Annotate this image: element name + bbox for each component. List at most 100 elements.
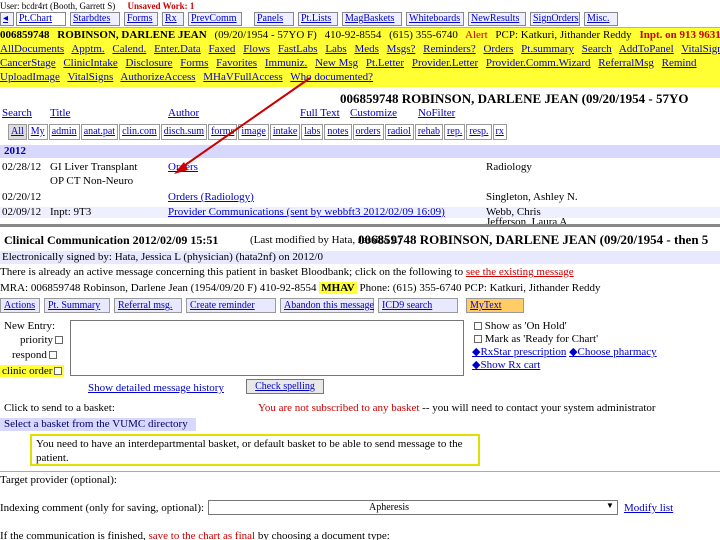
filter-clin-com[interactable]: clin.com [119,124,160,140]
annotation-arrow [174,77,311,174]
mytext-button[interactable]: MyText [466,298,524,313]
link-alldocuments[interactable]: AllDocuments [0,43,64,55]
table-row[interactable]: OP CT Non-Neuro [0,176,720,187]
pt-summary-button[interactable]: Pt. Summary [44,298,110,313]
filter-notes[interactable]: notes [324,124,352,140]
link-cancerstage[interactable]: CancerStage [0,57,56,69]
respond-checkbox[interactable] [48,351,57,360]
link-vitalsigns-2[interactable]: VitalSigns [67,71,113,83]
link-disclosure[interactable]: Disclosure [125,57,172,69]
priority-flag[interactable]: priority [20,334,63,346]
link-vitalsigns[interactable]: VitalSigns [681,43,720,55]
vumc-directory-link[interactable]: Select a basket from the VUMC directory [0,418,196,431]
link-meds[interactable]: Meds [354,43,378,55]
tab-starbdtes[interactable]: Starbdtes [70,12,120,26]
filter-orders[interactable]: orders [352,124,384,140]
link-faxed[interactable]: Faxed [209,43,236,55]
prev-arrow-icon[interactable]: ◂ [0,12,14,26]
link-pt-summary[interactable]: Pt.summary [521,43,574,55]
tab-magbaskets[interactable]: MagBaskets [342,12,402,26]
link-flows[interactable]: Flows [243,43,270,55]
rxstar-link[interactable]: ◆RxStar prescription [472,346,566,358]
row-note-link[interactable]: Orders (Radiology) [168,192,254,203]
tab-pt-lists[interactable]: Pt.Lists [298,12,338,26]
filter-rx[interactable]: rx [492,124,507,140]
check-spelling-button[interactable]: Check spelling [246,379,324,394]
link-apptm[interactable]: Apptm. [71,43,104,55]
link-uploadimage[interactable]: UploadImage [0,71,60,83]
link-calend[interactable]: Calend. [112,43,146,55]
on-hold-option[interactable]: Show as 'On Hold' [472,320,657,333]
target-provider-label[interactable]: Target provider (optional): [0,471,720,486]
tab-newresults[interactable]: NewResults [468,12,526,26]
link-provider-letter[interactable]: Provider.Letter [412,57,478,69]
link-referralmsg[interactable]: ReferralMsg [598,57,654,69]
mhav-badge[interactable]: MHAV [319,282,357,294]
link-provider-comm-wizard[interactable]: Provider.Comm.Wizard [486,57,591,69]
ready-for-chart-checkbox[interactable] [474,335,482,344]
link-enter-data[interactable]: Enter.Data [154,43,201,55]
title-sort-link[interactable]: Title [50,107,70,119]
message-history-link[interactable]: Show detailed message history [88,382,224,394]
tab-pt-chart[interactable]: Pt.Chart [16,12,66,26]
on-hold-checkbox[interactable] [474,322,482,331]
new-entry-label: New Entry: [4,320,56,332]
link-labs[interactable]: Labs [325,43,346,55]
pane-divider[interactable] [0,224,720,227]
clinic-order-flag[interactable]: clinic order [0,365,65,377]
new-entry-textarea[interactable] [70,320,464,376]
abandon-message-button[interactable]: Abandon this message [280,298,374,313]
link-reminders[interactable]: Reminders? [423,43,476,55]
link-favorites[interactable]: Favorites [216,57,257,69]
link-fastlabs[interactable]: FastLabs [278,43,318,55]
filter-my[interactable]: My [27,124,48,140]
nofilter-link[interactable]: NoFilter [418,107,455,119]
search-link[interactable]: Search [2,107,32,119]
ready-for-chart-option[interactable]: Mark as 'Ready for Chart' [472,333,657,346]
customize-link[interactable]: Customize [350,107,397,119]
filter-rehab[interactable]: rehab [414,124,444,140]
chevron-down-icon[interactable]: ▼ [606,501,614,510]
priority-checkbox[interactable] [55,336,63,345]
actions-button[interactable]: Actions [0,298,40,313]
alert-link[interactable]: Alert [465,29,488,41]
table-row[interactable]: 02/28/12 GI Liver Transplant Orders Radi… [0,162,720,173]
clinic-order-checkbox[interactable] [54,367,63,376]
on-hold-label: Show as 'On Hold' [484,320,567,332]
link-clinicintake[interactable]: ClinicIntake [63,57,117,69]
filter-anat-pat[interactable]: anat.pat [80,124,119,140]
link-msgs[interactable]: Msgs? [387,43,416,55]
indexing-comment-select[interactable]: Apheresis [208,500,618,515]
respond-flag[interactable]: respond [12,349,57,361]
link-immuniz[interactable]: Immuniz. [265,57,307,69]
link-new-msg[interactable]: New Msg [315,57,358,69]
choose-pharmacy-link[interactable]: ◆Choose pharmacy [569,346,657,358]
tab-prevcomm[interactable]: PrevComm [188,12,242,26]
link-remind[interactable]: Remind [662,57,697,69]
tab-whiteboards[interactable]: Whiteboards [406,12,464,26]
tab-signorders[interactable]: SignOrders [530,12,580,26]
tab-rx[interactable]: Rx [162,12,184,26]
create-reminder-button[interactable]: Create reminder [186,298,276,313]
table-row[interactable]: 02/20/12 Orders (Radiology) Singleton, A… [0,192,720,203]
tab-misc[interactable]: Misc. [584,12,618,26]
filter-resp[interactable]: resp. [466,124,492,140]
filter-radiol[interactable]: radiol [384,124,414,140]
tab-forms[interactable]: Forms [124,12,158,26]
filter-admin[interactable]: admin [48,124,80,140]
save-to-chart-link[interactable]: save to the chart as final [148,530,255,540]
link-forms[interactable]: Forms [180,57,208,69]
referral-msg-button[interactable]: Referral msg. [114,298,182,313]
filter-all[interactable]: All [8,124,27,140]
link-search[interactable]: Search [582,43,612,55]
link-addtopanel[interactable]: AddToPanel [619,43,674,55]
tab-panels[interactable]: Panels [254,12,294,26]
icd9-search-button[interactable]: ICD9 search [378,298,458,313]
modify-list-link[interactable]: Modify list [624,502,673,514]
link-pt-letter[interactable]: Pt.Letter [366,57,404,69]
filter-rep[interactable]: rep. [444,124,466,140]
see-existing-message-link[interactable]: see the existing message [466,266,574,278]
unsaved-work[interactable]: Unsaved Work: 1 [127,1,194,11]
link-orders[interactable]: Orders [483,43,513,55]
show-rx-cart-link[interactable]: ◆Show Rx cart [472,359,540,371]
